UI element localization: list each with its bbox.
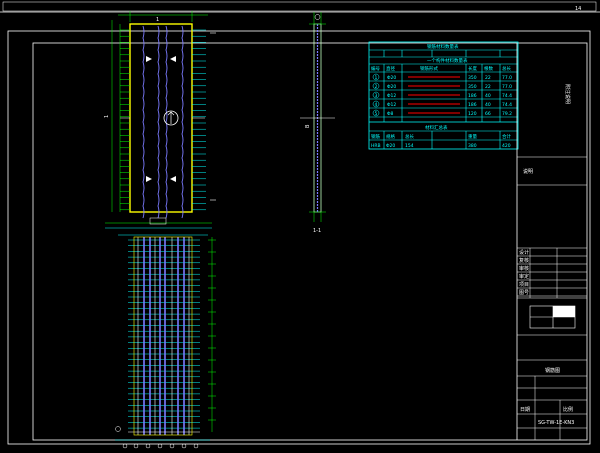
rebar-total: 74.4 — [502, 102, 512, 108]
svg-text:1: 1 — [104, 115, 110, 118]
rebar-length: 186 — [468, 93, 477, 99]
sheet-code: SG-TW-1E-KN3 — [538, 420, 574, 426]
rebar-diameter: Φ20 — [387, 75, 396, 81]
rebar-schedule-table[interactable]: 钢筋材料数量表 一个构件材料数量表 编号 直径 钢筋形式 长度 根数 总长 1 Φ20 350… — [368, 41, 519, 150]
rebar-elevation-view[interactable] — [115, 234, 216, 449]
rebar-count: 66 — [485, 111, 491, 117]
rebar-total: 77.0 — [502, 84, 512, 90]
side-section-view[interactable]: 1-1 B — [300, 12, 335, 234]
rebar-total: 79.2 — [502, 111, 512, 117]
scale-label: 比例 — [563, 406, 573, 413]
summary-cell: HRB — [371, 143, 381, 149]
rebar-total: 77.0 — [502, 75, 512, 81]
table-header-cell: 根数 — [484, 65, 493, 72]
table-title: 钢筋材料数量表 — [427, 43, 459, 50]
summary-header-cell: 合计 — [502, 133, 511, 140]
side-note-label: 说明 — [523, 168, 533, 175]
summary-header-cell: 重量 — [468, 133, 477, 140]
title-block-row-label: 审核 — [519, 265, 529, 272]
rebar-length: 186 — [468, 102, 477, 108]
side-vertical-text: 附注说明 — [564, 84, 571, 104]
svg-text:B: B — [305, 124, 311, 128]
rebar-diameter: Φ12 — [387, 93, 396, 99]
svg-text:1-1: 1-1 — [313, 228, 321, 234]
rebar-count: 40 — [485, 93, 491, 99]
summary-cell: 420 — [502, 143, 511, 149]
summary-cell: 154 — [405, 143, 414, 149]
table-header-cell: 总长 — [502, 65, 511, 72]
rebar-diameter: Φ12 — [387, 102, 396, 108]
rebar-length: 120 — [468, 111, 477, 117]
drawing-label: 钢筋图 — [545, 367, 560, 374]
rebar-id: 4 — [375, 102, 378, 108]
rebar-total: 74.4 — [502, 93, 512, 99]
summary-header-cell: 规格 — [386, 133, 395, 140]
outer-sheet-border — [7, 30, 591, 445]
summary-header-cell: 钢筋 — [371, 133, 380, 140]
rebar-id: 1 — [375, 75, 378, 81]
rebar-diameter: Φ8 — [387, 111, 394, 117]
table-header-cell: 钢筋形式 — [420, 65, 438, 72]
summary-cell: 380 — [468, 143, 477, 149]
title-block[interactable]: 说明 附注说明 钢筋图 日期 比例 SG-TW-1E-KN3 设计复核审核审定项… — [516, 43, 587, 440]
summary-cell: Φ20 — [386, 143, 395, 149]
rebar-length: 350 — [468, 84, 477, 90]
date-label: 日期 — [520, 407, 530, 413]
corner-marker: 14 — [575, 6, 581, 12]
rebar-length: 350 — [468, 75, 477, 81]
table-header-cell: 长度 — [468, 65, 477, 72]
title-block-row-label: 图号 — [519, 290, 529, 296]
top-sheet-frame — [0, 1, 600, 13]
title-block-row-label: 设计 — [519, 249, 529, 256]
svg-text:1: 1 — [156, 17, 159, 23]
rebar-id: 3 — [375, 93, 378, 99]
rebar-count: 22 — [485, 84, 491, 90]
title-block-row-label: 复核 — [519, 257, 529, 264]
plan-view[interactable]: 1 1 — [104, 11, 216, 229]
table-header-cell: 编号 — [371, 65, 380, 72]
cad-drawing-canvas[interactable]: 1 1 1-1 B 钢筋材料数量表 一个构件材料数量表 编号 直径 钢筋形式 长… — [0, 0, 600, 453]
title-block-row-label: 项目 — [519, 282, 529, 288]
summary-title: 材料汇总表 — [425, 124, 448, 131]
rebar-id: 5 — [375, 111, 378, 117]
table-header-cell: 直径 — [386, 65, 395, 72]
rebar-diameter: Φ20 — [387, 84, 396, 90]
rebar-id: 2 — [375, 84, 378, 90]
summary-header-cell: 总长 — [405, 133, 414, 140]
rebar-count: 40 — [485, 102, 491, 108]
table-subtitle: 一个构件材料数量表 — [427, 57, 468, 64]
rebar-count: 22 — [485, 75, 491, 81]
title-block-row-label: 审定 — [519, 273, 529, 280]
